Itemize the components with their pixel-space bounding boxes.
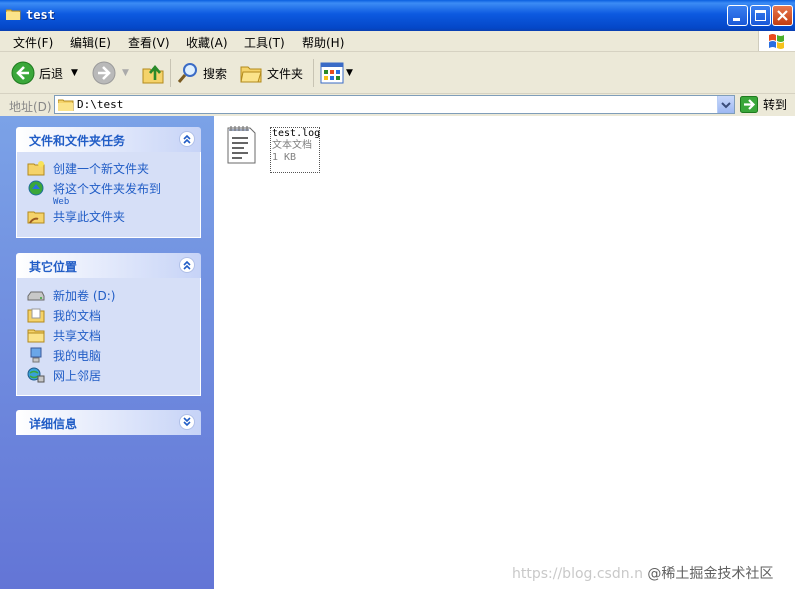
address-label: 地址(D) [9,100,52,114]
back-arrow-icon [11,61,35,85]
place-label: 我的文档 [53,309,102,323]
panel-title: 其它位置 [29,260,78,274]
network-icon [27,367,45,383]
menu-bar: 文件(F) 编辑(E) 查看(V) 收藏(A) 工具(T) 帮助(H) [0,31,795,52]
collapse-icon[interactable] [179,257,195,273]
menu-help[interactable]: 帮助(H) [302,34,344,51]
new-folder-icon [27,161,45,176]
file-label: test.log 文本文档 1 KB [270,127,320,173]
go-arrow-icon [740,96,758,113]
toolbar: 后退 ▼ ▼ 搜索 文件夹 ▼ [0,52,795,94]
close-button[interactable] [772,5,793,26]
file-tasks-header[interactable]: 文件和文件夹任务 [16,127,201,152]
shared-documents-icon [27,329,45,343]
back-label: 后退 [39,66,64,81]
task-label: 共享此文件夹 [53,210,126,224]
menu-view[interactable]: 查看(V) [128,34,170,51]
place-label: 新加卷 (D:) [53,289,116,303]
place-label: 我的电脑 [53,349,102,363]
address-dropdown-button[interactable] [717,96,734,113]
file-size: 1 KB [272,152,297,163]
views-button[interactable]: ▼ [320,60,353,86]
folder-icon [57,98,74,114]
up-button[interactable] [141,60,165,86]
address-value: D:\test [77,98,124,111]
forward-arrow-icon [92,61,116,85]
create-folder-link[interactable]: 创建一个新文件夹 [27,160,149,177]
other-places-header[interactable]: 其它位置 [16,253,201,278]
folder-up-icon [142,64,164,84]
windows-logo-icon [758,31,795,51]
search-label: 搜索 [203,66,228,81]
panel-title: 文件和文件夹任务 [29,134,126,148]
watermark-url: https://blog.csdn.n [512,566,643,582]
task-pane: 文件和文件夹任务 创建一个新文件夹 将这个文件夹发布到 Web 共享此文件夹 其… [0,116,214,589]
address-input[interactable]: D:\test [54,95,735,114]
place-my-computer-link[interactable]: 我的电脑 [27,347,101,364]
collapse-icon[interactable] [179,131,195,147]
folder-icon [5,8,21,21]
place-shared-documents-link[interactable]: 共享文档 [27,327,101,344]
file-tasks-body: 创建一个新文件夹 将这个文件夹发布到 Web 共享此文件夹 [16,152,201,238]
my-documents-icon [27,308,45,323]
title-bar[interactable]: test [0,0,795,31]
file-list-area[interactable]: test.log 文本文档 1 KB [214,116,795,589]
watermark: https://blog.csdn.n @稀土掘金技术社区 [512,563,773,583]
place-label: 网上邻居 [53,369,102,383]
menu-tools[interactable]: 工具(T) [244,34,285,51]
details-header[interactable]: 详细信息 [16,410,201,435]
share-folder-icon [27,211,45,224]
watermark-brand: @稀土掘金技术社区 [647,566,774,582]
expand-icon[interactable] [179,414,195,430]
place-my-documents-link[interactable]: 我的文档 [27,307,101,324]
folders-icon [240,66,262,83]
back-dropdown-icon[interactable]: ▼ [71,68,78,78]
toolbar-separator [170,59,171,87]
panel-title: 详细信息 [29,417,78,431]
place-network-link[interactable]: 网上邻居 [27,367,101,384]
folders-button[interactable]: 文件夹 [239,60,303,86]
maximize-button[interactable] [750,5,771,26]
menu-favorites[interactable]: 收藏(A) [186,34,228,51]
views-icon [320,62,344,84]
share-folder-link[interactable]: 共享此文件夹 [27,208,125,225]
window-title: test [26,8,55,22]
toolbar-separator [313,59,314,87]
menu-edit[interactable]: 编辑(E) [70,34,111,51]
menu-file[interactable]: 文件(F) [13,34,53,51]
back-button[interactable]: 后退 ▼ [11,60,78,86]
text-document-icon [227,126,256,164]
search-icon [177,63,197,83]
file-item[interactable]: test.log 文本文档 1 KB [226,124,320,173]
file-tasks-panel: 文件和文件夹任务 创建一个新文件夹 将这个文件夹发布到 Web 共享此文件夹 [16,127,201,238]
other-places-body: 新加卷 (D:) 我的文档 共享文档 我的电脑 网上邻居 [16,278,201,396]
task-label: 创建一个新文件夹 [53,162,150,176]
forward-dropdown-icon: ▼ [122,68,129,78]
my-computer-icon [30,347,42,363]
go-label: 转到 [763,98,788,112]
place-label: 共享文档 [53,329,102,343]
search-button[interactable]: 搜索 [176,60,227,86]
minimize-button[interactable] [727,5,748,26]
other-places-panel: 其它位置 新加卷 (D:) 我的文档 共享文档 我的电脑 网上邻居 [16,253,201,396]
place-drive-link[interactable]: 新加卷 (D:) [27,287,115,304]
forward-button[interactable]: ▼ [92,60,129,86]
file-type: 文本文档 [272,140,312,151]
go-button[interactable]: 转到 [740,96,787,113]
details-panel: 详细信息 [16,410,201,435]
task-label: 将这个文件夹发布到 [53,182,162,196]
folders-label: 文件夹 [267,66,304,81]
publish-web-icon [28,180,44,196]
drive-icon [27,291,45,301]
publish-web-link[interactable]: 将这个文件夹发布到 Web [27,180,161,207]
task-sublabel: Web [53,197,70,207]
file-name: test.log [272,128,321,139]
views-dropdown-icon: ▼ [346,68,353,78]
address-bar: 地址(D) D:\test 转到 [0,94,795,116]
